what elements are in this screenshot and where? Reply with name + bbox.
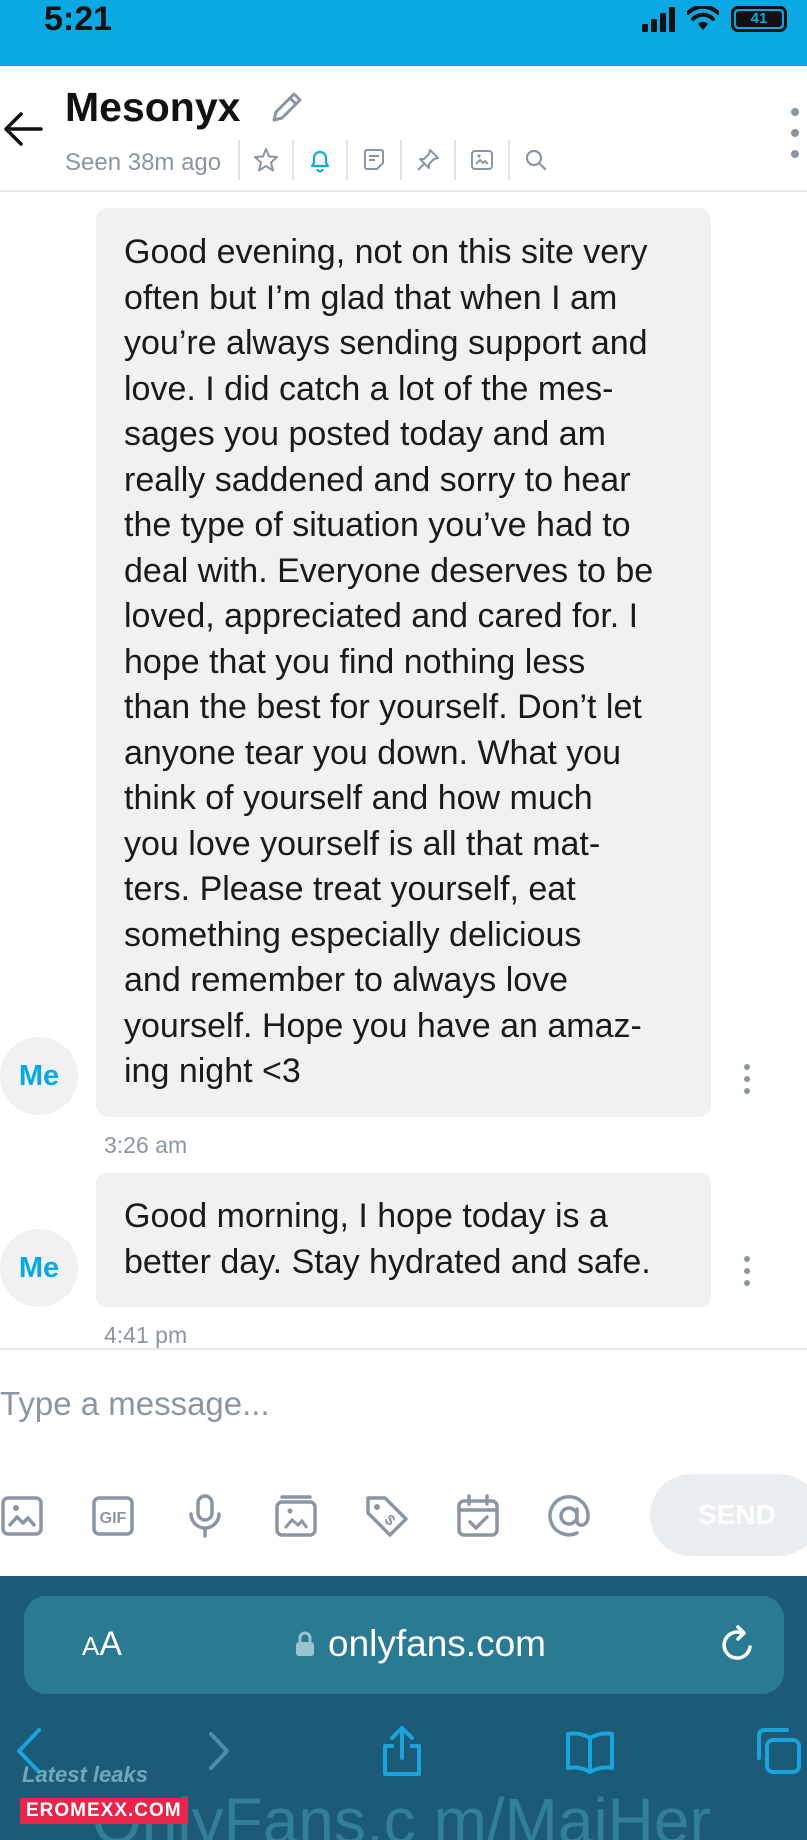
pin-button[interactable] (400, 140, 454, 180)
message-options-button[interactable] (742, 1064, 752, 1094)
schedule-button[interactable] (455, 1490, 546, 1542)
back-button[interactable] (0, 106, 46, 152)
message-line: and remember to always love (124, 961, 569, 999)
watermark-site-badge: EROMEXX.COM (20, 1798, 188, 1824)
search-icon (525, 149, 547, 171)
gallery-icon (471, 150, 493, 170)
add-gif-button[interactable]: GIF (91, 1490, 182, 1542)
add-image-button[interactable] (0, 1490, 91, 1542)
message-line: you love yourself is all that mat- (124, 824, 601, 863)
message-line: Good evening, not on this site very (124, 233, 648, 271)
bell-icon (310, 150, 330, 173)
mention-button[interactable] (546, 1490, 637, 1542)
message-line: love. I did catch a lot of the mes- (124, 369, 614, 408)
notifications-button[interactable] (292, 140, 346, 180)
chevron-right-icon (209, 1732, 229, 1770)
star-icon (254, 148, 278, 172)
media-vault-button[interactable] (273, 1490, 364, 1542)
tabs-icon (757, 1728, 801, 1774)
wifi-icon (687, 6, 719, 30)
status-icons: 41 (642, 2, 787, 36)
message-bubble[interactable]: Good morning, I hope today is a better d… (96, 1172, 711, 1308)
message-time: 4:41 pm (104, 1322, 188, 1348)
message-line: than the best for yourself. Don’t let (124, 688, 642, 726)
message-line: Good morning, I hope today is a (124, 1197, 608, 1235)
browser-toolbar: AA onlyfans.com OnlyFans.c m/MaiHer Late… (0, 1576, 807, 1840)
message-line: really saddened and sorry to hear (124, 460, 631, 499)
address-bar[interactable]: AA onlyfans.com (24, 1596, 784, 1694)
message-line: think of yourself and how much (124, 779, 593, 817)
send-button[interactable]: SEND (650, 1474, 807, 1556)
avatar[interactable]: Me (0, 1037, 78, 1115)
edit-name-button[interactable] (268, 88, 306, 126)
message-options-button[interactable] (742, 1256, 752, 1286)
battery-icon: 41 (731, 6, 787, 32)
contact-name[interactable]: Mesonyx (65, 84, 240, 130)
lock-icon (296, 1631, 314, 1656)
watermark-latest-leaks: Latest leaks (22, 1762, 148, 1787)
chat-toolbar (238, 140, 562, 180)
svg-text:GIF: GIF (100, 1510, 127, 1527)
reader-settings-button[interactable]: AA (82, 1622, 122, 1668)
chat-header: Mesonyx Seen 38m ago (0, 66, 807, 192)
avatar[interactable]: Me (0, 1229, 78, 1307)
book-icon (566, 1731, 614, 1774)
message-line: ters. Please treat yourself, eat (124, 870, 576, 908)
star-button[interactable] (238, 140, 292, 180)
media-vault-icon (275, 1495, 317, 1537)
pencil-icon (272, 92, 302, 122)
message-bubble[interactable]: Good evening, not on this site very ofte… (96, 208, 711, 1117)
message-input[interactable] (0, 1376, 760, 1432)
url-text: onlyfans.com (328, 1623, 546, 1664)
aa-small: A (82, 1631, 100, 1661)
status-bar: 5:21 41 (0, 0, 807, 66)
mention-icon (548, 1495, 590, 1537)
message-list[interactable]: Good evening, not on this site very ofte… (0, 192, 807, 1348)
arrow-left-icon (4, 112, 43, 146)
message-line: the type of situation you’ve had to (124, 506, 631, 544)
message-line: often but I’m glad that when I am (124, 278, 618, 317)
url-display[interactable]: onlyfans.com (294, 1622, 546, 1666)
message-time: 3:26 am (104, 1132, 188, 1158)
message-line: sages you posted today and am (124, 415, 606, 453)
message-line: yourself. Hope you have an amaz- (124, 1006, 642, 1045)
message-line: ing night <3 (124, 1052, 301, 1090)
notes-button[interactable] (346, 140, 400, 180)
more-options-button[interactable] (783, 108, 807, 158)
note-icon (364, 149, 384, 170)
aa-big: A (99, 1625, 123, 1663)
message-line: something especially delicious (124, 915, 582, 954)
image-icon (1, 1496, 43, 1536)
tabs-button[interactable] (748, 1716, 807, 1786)
browser-forward-button[interactable] (190, 1716, 250, 1786)
share-icon (383, 1726, 421, 1776)
message-line: hope that you find nothing less (124, 642, 586, 681)
cellular-signal-icon (642, 6, 675, 32)
gif-icon: GIF (92, 1496, 134, 1536)
search-button[interactable] (508, 140, 562, 180)
set-price-button[interactable]: $ (364, 1490, 455, 1542)
pin-icon (417, 149, 439, 171)
microphone-icon (189, 1494, 221, 1538)
battery-level: 41 (736, 11, 782, 27)
share-button[interactable] (372, 1716, 432, 1786)
message-line: better day. Stay hydrated and safe. (124, 1242, 651, 1281)
status-time: 5:21 (44, 0, 113, 38)
message-line: loved, appreciated and cared for. I (124, 597, 639, 635)
bookmarks-button[interactable] (560, 1716, 620, 1786)
message-line: deal with. Everyone deserves to be (124, 551, 654, 590)
last-seen: Seen 38m ago (65, 149, 222, 176)
composer-toolbar: GIF $ (0, 1490, 637, 1542)
message-composer: GIF $ SEND (0, 1348, 807, 1576)
message-line: you’re always sending support and (124, 324, 648, 362)
gallery-button[interactable] (454, 140, 508, 180)
calendar-icon (457, 1494, 499, 1537)
message-line: anyone tear you down. What you (124, 733, 622, 772)
reload-icon[interactable] (714, 1622, 760, 1668)
price-tag-icon: $ (366, 1496, 408, 1537)
voice-message-button[interactable] (182, 1490, 273, 1542)
